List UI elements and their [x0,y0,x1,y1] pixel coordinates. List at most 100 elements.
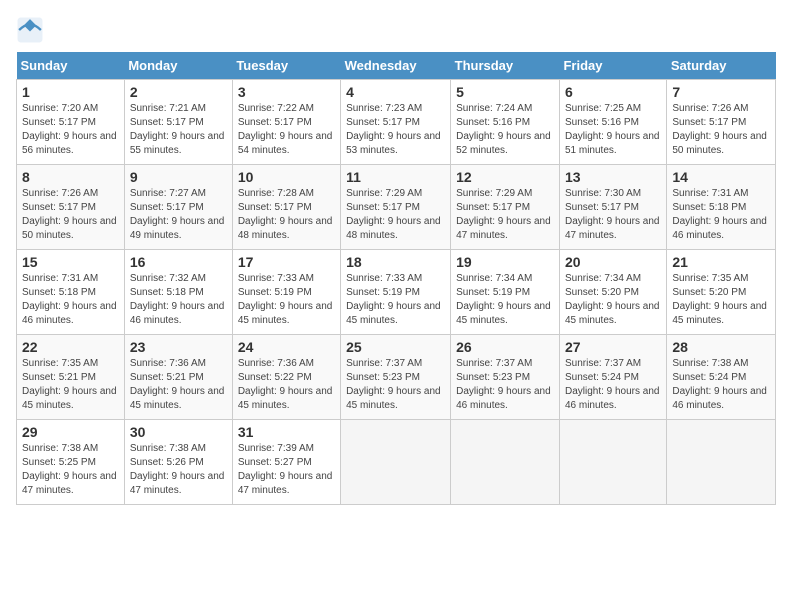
daylight-label: Daylight: 9 hours and 51 minutes. [565,131,660,156]
calendar-cell: 13 Sunrise: 7:30 AM Sunset: 5:17 PM Dayl… [559,165,666,250]
sunrise-label: Sunrise: 7:23 AM [346,103,422,114]
sunrise-label: Sunrise: 7:31 AM [22,273,98,284]
day-info: Sunrise: 7:38 AM Sunset: 5:26 PM Dayligh… [130,442,227,498]
sunset-label: Sunset: 5:20 PM [565,287,639,298]
day-number: 10 [238,169,335,185]
sunrise-label: Sunrise: 7:29 AM [346,188,422,199]
daylight-label: Daylight: 9 hours and 53 minutes. [346,131,441,156]
day-info: Sunrise: 7:38 AM Sunset: 5:25 PM Dayligh… [22,442,119,498]
calendar-cell [667,420,776,505]
week-row: 1 Sunrise: 7:20 AM Sunset: 5:17 PM Dayli… [17,80,776,165]
day-info: Sunrise: 7:32 AM Sunset: 5:18 PM Dayligh… [130,272,227,328]
day-info: Sunrise: 7:33 AM Sunset: 5:19 PM Dayligh… [346,272,445,328]
daylight-label: Daylight: 9 hours and 47 minutes. [238,471,333,496]
calendar-cell: 4 Sunrise: 7:23 AM Sunset: 5:17 PM Dayli… [341,80,451,165]
sunset-label: Sunset: 5:24 PM [672,372,746,383]
sunrise-label: Sunrise: 7:30 AM [565,188,641,199]
sunset-label: Sunset: 5:26 PM [130,457,204,468]
sunset-label: Sunset: 5:19 PM [456,287,530,298]
calendar-cell [559,420,666,505]
logo [16,16,48,44]
day-info: Sunrise: 7:35 AM Sunset: 5:20 PM Dayligh… [672,272,770,328]
sunset-label: Sunset: 5:18 PM [672,202,746,213]
calendar-cell: 12 Sunrise: 7:29 AM Sunset: 5:17 PM Dayl… [451,165,560,250]
daylight-label: Daylight: 9 hours and 45 minutes. [456,301,551,326]
sunrise-label: Sunrise: 7:38 AM [130,443,206,454]
day-info: Sunrise: 7:37 AM Sunset: 5:23 PM Dayligh… [456,357,554,413]
day-number: 1 [22,84,119,100]
day-info: Sunrise: 7:26 AM Sunset: 5:17 PM Dayligh… [672,102,770,158]
sunset-label: Sunset: 5:17 PM [130,202,204,213]
day-number: 31 [238,424,335,440]
sunrise-label: Sunrise: 7:38 AM [22,443,98,454]
weekday-header: Monday [124,52,232,80]
calendar-cell: 18 Sunrise: 7:33 AM Sunset: 5:19 PM Dayl… [341,250,451,335]
day-info: Sunrise: 7:27 AM Sunset: 5:17 PM Dayligh… [130,187,227,243]
daylight-label: Daylight: 9 hours and 50 minutes. [672,131,767,156]
sunrise-label: Sunrise: 7:35 AM [22,358,98,369]
day-number: 12 [456,169,554,185]
sunset-label: Sunset: 5:17 PM [346,202,420,213]
daylight-label: Daylight: 9 hours and 55 minutes. [130,131,225,156]
calendar-cell: 31 Sunrise: 7:39 AM Sunset: 5:27 PM Dayl… [232,420,340,505]
daylight-label: Daylight: 9 hours and 45 minutes. [346,301,441,326]
sunrise-label: Sunrise: 7:20 AM [22,103,98,114]
sunrise-label: Sunrise: 7:29 AM [456,188,532,199]
day-number: 7 [672,84,770,100]
day-number: 21 [672,254,770,270]
day-number: 27 [565,339,661,355]
weekday-header: Sunday [17,52,125,80]
calendar-cell: 9 Sunrise: 7:27 AM Sunset: 5:17 PM Dayli… [124,165,232,250]
sunrise-label: Sunrise: 7:33 AM [238,273,314,284]
week-row: 22 Sunrise: 7:35 AM Sunset: 5:21 PM Dayl… [17,335,776,420]
calendar-cell: 3 Sunrise: 7:22 AM Sunset: 5:17 PM Dayli… [232,80,340,165]
day-info: Sunrise: 7:31 AM Sunset: 5:18 PM Dayligh… [672,187,770,243]
sunrise-label: Sunrise: 7:36 AM [238,358,314,369]
sunset-label: Sunset: 5:17 PM [238,117,312,128]
daylight-label: Daylight: 9 hours and 47 minutes. [130,471,225,496]
day-info: Sunrise: 7:30 AM Sunset: 5:17 PM Dayligh… [565,187,661,243]
sunset-label: Sunset: 5:27 PM [238,457,312,468]
day-number: 8 [22,169,119,185]
sunrise-label: Sunrise: 7:34 AM [565,273,641,284]
sunrise-label: Sunrise: 7:34 AM [456,273,532,284]
day-number: 24 [238,339,335,355]
day-info: Sunrise: 7:34 AM Sunset: 5:19 PM Dayligh… [456,272,554,328]
daylight-label: Daylight: 9 hours and 45 minutes. [346,386,441,411]
sunset-label: Sunset: 5:18 PM [130,287,204,298]
day-number: 26 [456,339,554,355]
calendar-cell: 25 Sunrise: 7:37 AM Sunset: 5:23 PM Dayl… [341,335,451,420]
day-info: Sunrise: 7:26 AM Sunset: 5:17 PM Dayligh… [22,187,119,243]
sunrise-label: Sunrise: 7:31 AM [672,188,748,199]
day-info: Sunrise: 7:35 AM Sunset: 5:21 PM Dayligh… [22,357,119,413]
day-info: Sunrise: 7:22 AM Sunset: 5:17 PM Dayligh… [238,102,335,158]
weekday-header: Friday [559,52,666,80]
sunrise-label: Sunrise: 7:33 AM [346,273,422,284]
calendar-cell: 24 Sunrise: 7:36 AM Sunset: 5:22 PM Dayl… [232,335,340,420]
sunrise-label: Sunrise: 7:22 AM [238,103,314,114]
daylight-label: Daylight: 9 hours and 47 minutes. [22,471,117,496]
day-number: 20 [565,254,661,270]
calendar-table: SundayMondayTuesdayWednesdayThursdayFrid… [16,52,776,505]
sunrise-label: Sunrise: 7:24 AM [456,103,532,114]
day-info: Sunrise: 7:29 AM Sunset: 5:17 PM Dayligh… [456,187,554,243]
daylight-label: Daylight: 9 hours and 48 minutes. [238,216,333,241]
daylight-label: Daylight: 9 hours and 50 minutes. [22,216,117,241]
day-info: Sunrise: 7:31 AM Sunset: 5:18 PM Dayligh… [22,272,119,328]
logo-icon [16,16,44,44]
sunrise-label: Sunrise: 7:37 AM [565,358,641,369]
weekday-header: Tuesday [232,52,340,80]
calendar-cell: 30 Sunrise: 7:38 AM Sunset: 5:26 PM Dayl… [124,420,232,505]
daylight-label: Daylight: 9 hours and 45 minutes. [672,301,767,326]
day-info: Sunrise: 7:28 AM Sunset: 5:17 PM Dayligh… [238,187,335,243]
day-number: 6 [565,84,661,100]
sunset-label: Sunset: 5:22 PM [238,372,312,383]
sunset-label: Sunset: 5:19 PM [238,287,312,298]
daylight-label: Daylight: 9 hours and 56 minutes. [22,131,117,156]
sunrise-label: Sunrise: 7:37 AM [456,358,532,369]
calendar-cell: 28 Sunrise: 7:38 AM Sunset: 5:24 PM Dayl… [667,335,776,420]
calendar-cell: 19 Sunrise: 7:34 AM Sunset: 5:19 PM Dayl… [451,250,560,335]
sunrise-label: Sunrise: 7:37 AM [346,358,422,369]
weekday-header: Saturday [667,52,776,80]
calendar-cell: 7 Sunrise: 7:26 AM Sunset: 5:17 PM Dayli… [667,80,776,165]
